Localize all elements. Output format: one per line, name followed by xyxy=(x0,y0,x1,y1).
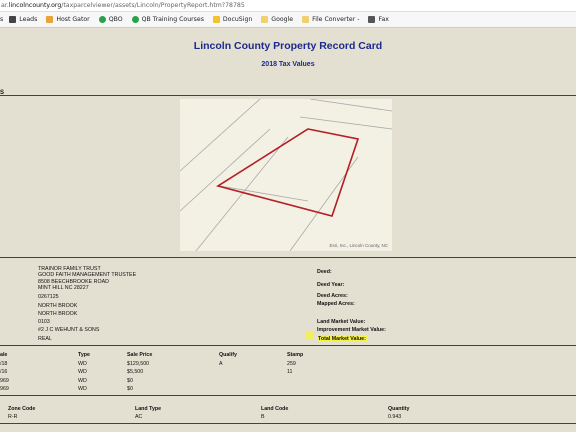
sale-type: WD xyxy=(78,369,87,375)
road-line xyxy=(180,99,261,172)
total-market-value-label: Total Market Value: xyxy=(317,336,367,342)
total-market-value-text: Total Market Value: xyxy=(317,336,367,342)
road-line xyxy=(309,99,392,112)
road-line xyxy=(180,128,271,212)
owner-name-2: GOOD FAITH MANAGEMENT TRUSTEE xyxy=(38,272,137,278)
bookmark-label: s xyxy=(0,16,4,23)
url-path: /taxparcelviewer/assets/Lincoln/Property… xyxy=(61,2,245,9)
land-header-land-code: Land Code xyxy=(261,406,289,412)
url-prefix: ar. xyxy=(1,2,9,9)
bookmark-icon xyxy=(98,16,106,23)
folder-icon xyxy=(302,16,310,23)
bookmark-icon xyxy=(368,16,376,23)
sale-date: /18 xyxy=(0,361,8,367)
sale-stamp: 11 xyxy=(287,369,293,375)
bookmarks-bar: s Leads Host Gator QBO QB Training Cours… xyxy=(0,12,576,28)
page-subtitle: 2018 Tax Values xyxy=(261,61,315,68)
parcel-number: 0267125 xyxy=(38,294,59,300)
road-line xyxy=(299,116,392,130)
highlight-marker xyxy=(305,332,313,340)
land-type: AC xyxy=(135,414,143,420)
bookmark-label: Host Gator xyxy=(56,16,90,23)
bookmark-qbo[interactable]: QBO xyxy=(98,16,123,23)
sale-price: $0 xyxy=(127,378,133,384)
map-credit: Esri, Inc., Lincoln County, NC xyxy=(329,243,388,248)
divider xyxy=(0,95,576,96)
sales-header-price: Sale Price xyxy=(127,352,153,358)
bookmark-label: Leads xyxy=(19,16,38,23)
bookmark-fax[interactable]: Fax xyxy=(368,16,389,23)
sale-qualify: A xyxy=(219,361,223,367)
bookmark-apps[interactable]: s xyxy=(0,16,3,23)
sale-date: /16 xyxy=(0,369,8,375)
sale-date: 969 xyxy=(0,378,9,384)
bookmark-label: QB Training Courses xyxy=(141,16,204,23)
divider xyxy=(0,257,576,258)
bookmark-icon xyxy=(46,16,54,23)
subdivision-2: NORTH BROOK xyxy=(38,311,78,317)
sale-stamp: 259 xyxy=(287,361,296,367)
parcel-map-svg xyxy=(180,99,392,251)
sale-type: WD xyxy=(78,386,87,392)
land-code: B xyxy=(261,414,265,420)
bookmark-docusign[interactable]: DocuSign xyxy=(212,16,253,23)
land-header-quantity: Quantity xyxy=(388,406,410,412)
land-market-value-label: Land Market Value: xyxy=(317,319,366,325)
bookmark-icon xyxy=(212,16,220,23)
land-header-land-type: Land Type xyxy=(135,406,162,412)
property-record-page: Lincoln County Property Record Card 2018… xyxy=(0,28,576,432)
sales-header-qualify: Qualify xyxy=(219,352,237,358)
bookmark-label: DocuSign xyxy=(222,16,253,23)
bookmark-label: Fax xyxy=(378,16,389,23)
sale-price: $0 xyxy=(127,386,133,392)
land-header-zone-code: Zone Code xyxy=(8,406,36,412)
bookmark-google[interactable]: Google xyxy=(261,16,293,23)
deed-acres-label: Deed Acres: xyxy=(317,293,348,299)
folder-icon xyxy=(261,16,269,23)
bookmark-label: File Converter - xyxy=(312,16,360,23)
zone-code: R-R xyxy=(8,414,18,420)
deed-year-label: Deed Year: xyxy=(317,282,345,288)
divider xyxy=(0,395,576,396)
sale-type: WD xyxy=(78,378,87,384)
owner-city: MINT HILL NC 28227 xyxy=(38,285,89,291)
property-type: REAL xyxy=(38,336,52,342)
section-label: S xyxy=(0,90,5,96)
improvement-market-value-label: Improvement Market Value: xyxy=(317,327,386,333)
bookmark-label: QBO xyxy=(108,16,123,23)
sale-date: 969 xyxy=(0,386,9,392)
parcel-map[interactable]: Esri, Inc., Lincoln County, NC xyxy=(180,99,392,251)
sales-header-type: Type xyxy=(78,352,90,358)
neighborhood-code: 0103 xyxy=(38,319,50,325)
bookmark-label: Google xyxy=(271,16,294,23)
bookmark-qb-training[interactable]: QB Training Courses xyxy=(131,16,204,23)
url-host: lincolncounty.org xyxy=(8,2,62,9)
sales-header-stamp: Stamp xyxy=(287,352,304,358)
bookmark-file-converter[interactable]: File Converter - xyxy=(302,16,359,23)
quantity: 0.943 xyxy=(388,414,402,420)
divider xyxy=(0,423,576,424)
address-bar[interactable]: ar.lincolncounty.org/taxparcelviewer/ass… xyxy=(0,0,576,12)
subdivision: NORTH BROOK xyxy=(38,303,78,309)
sales-header-sale: ale xyxy=(0,352,8,358)
sale-type: WD xyxy=(78,361,87,367)
page-title: Lincoln County Property Record Card xyxy=(193,40,383,52)
parcel-boundary xyxy=(216,128,360,217)
sale-price: $5,500 xyxy=(127,369,144,375)
bookmark-icon xyxy=(131,16,139,23)
divider xyxy=(0,345,576,346)
bookmark-leads[interactable]: Leads xyxy=(9,16,37,23)
builder: #2 J C WEHUNT & SONS xyxy=(38,327,100,333)
bookmark-host-gator[interactable]: Host Gator xyxy=(46,16,90,23)
sale-price: $129,500 xyxy=(127,361,150,367)
deed-label: Deed: xyxy=(317,269,332,275)
bookmark-icon xyxy=(9,16,17,23)
mapped-acres-label: Mapped Acres: xyxy=(317,301,355,307)
